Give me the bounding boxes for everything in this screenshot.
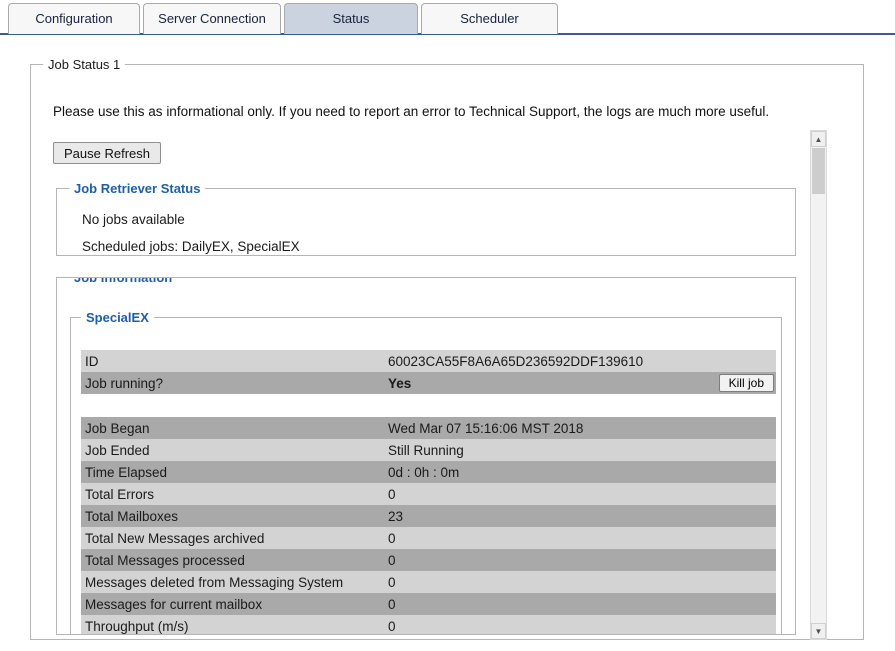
table-row-messages-deleted: Messages deleted from Messaging System 0 — [81, 571, 776, 593]
table-row-messages-current-mailbox: Messages for current mailbox 0 — [81, 593, 776, 615]
job-information-group: Job Information SpecialEX ID 60023CA55F8… — [56, 277, 796, 635]
table-row-total-mailboxes: Total Mailboxes 23 — [81, 505, 776, 527]
row-label: Messages for current mailbox — [81, 597, 388, 612]
row-label: ID — [81, 354, 388, 369]
row-label: Messages deleted from Messaging System — [81, 575, 388, 590]
job-status-group: Job Status 1 Please use this as informat… — [30, 64, 864, 640]
specialex-group: SpecialEX ID 60023CA55F8A6A65D236592DDF1… — [70, 317, 782, 635]
row-value: 0 — [388, 553, 776, 568]
row-label: Total Messages processed — [81, 553, 388, 568]
row-value: Yes — [388, 376, 776, 391]
table-row-id: ID 60023CA55F8A6A65D236592DDF139610 — [81, 350, 776, 372]
tab-status[interactable]: Status — [284, 3, 418, 34]
table-row-spacer — [81, 394, 776, 417]
informational-text: Please use this as informational only. I… — [53, 104, 769, 119]
row-label: Time Elapsed — [81, 465, 388, 480]
job-information-label: Job Information — [69, 277, 177, 285]
row-value: 23 — [388, 509, 776, 524]
table-row-job-began: Job Began Wed Mar 07 15:16:06 MST 2018 — [81, 417, 776, 439]
row-label: Total Mailboxes — [81, 509, 388, 524]
row-label: Job Began — [81, 421, 388, 436]
row-label: Total Errors — [81, 487, 388, 502]
row-value: Wed Mar 07 15:16:06 MST 2018 — [388, 421, 776, 436]
table-row-messages-processed: Total Messages processed 0 — [81, 549, 776, 571]
row-value: 60023CA55F8A6A65D236592DDF139610 — [388, 354, 776, 369]
scrollbar-thumb[interactable] — [812, 148, 825, 194]
row-value: 0 — [388, 487, 776, 502]
retriever-status-line-1: No jobs available — [82, 206, 795, 233]
row-value: Still Running — [388, 443, 776, 458]
table-row-total-errors: Total Errors 0 — [81, 483, 776, 505]
job-status-group-label: Job Status 1 — [43, 57, 125, 72]
specialex-job-name-label: SpecialEX — [81, 310, 154, 325]
retriever-status-line-2: Scheduled jobs: DailyEX, SpecialEX — [82, 233, 795, 260]
kill-job-button[interactable]: Kill job — [719, 374, 774, 392]
table-row-time-elapsed: Time Elapsed 0d : 0h : 0m — [81, 461, 776, 483]
job-retriever-status-group: Job Retriever Status No jobs available S… — [56, 188, 796, 256]
tab-scheduler[interactable]: Scheduler — [421, 3, 558, 34]
scroll-down-icon[interactable]: ▼ — [811, 623, 826, 639]
table-row-job-ended: Job Ended Still Running — [81, 439, 776, 461]
scroll-up-icon[interactable]: ▲ — [811, 131, 826, 147]
tab-configuration[interactable]: Configuration — [8, 3, 140, 34]
row-value: 0d : 0h : 0m — [388, 465, 776, 480]
row-label: Job Ended — [81, 443, 388, 458]
row-value: 0 — [388, 619, 776, 634]
pause-refresh-button[interactable]: Pause Refresh — [53, 142, 161, 164]
tab-server-connection[interactable]: Server Connection — [143, 3, 281, 34]
row-label: Total New Messages archived — [81, 531, 388, 546]
row-label: Job running? — [81, 376, 388, 391]
job-status-table: ID 60023CA55F8A6A65D236592DDF139610 Job … — [81, 350, 776, 635]
row-value: 0 — [388, 597, 776, 612]
row-label: Throughput (m/s) — [81, 619, 388, 634]
row-value: 0 — [388, 575, 776, 590]
table-row-new-messages-archived: Total New Messages archived 0 — [81, 527, 776, 549]
table-row-throughput: Throughput (m/s) 0 — [81, 615, 776, 635]
tab-strip: Configuration Server Connection Status S… — [8, 3, 558, 34]
vertical-scrollbar[interactable]: ▲ ▼ — [810, 130, 827, 640]
row-value: 0 — [388, 531, 776, 546]
job-retriever-status-label: Job Retriever Status — [69, 181, 205, 196]
table-row-job-running: Job running? Yes Kill job — [81, 372, 776, 394]
